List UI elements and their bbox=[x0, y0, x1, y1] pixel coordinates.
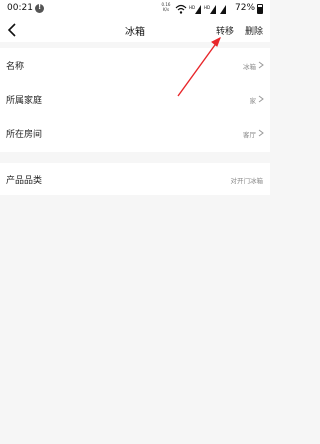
row-value: 客厅 bbox=[243, 131, 256, 139]
row-label: 所属家庭 bbox=[6, 96, 43, 106]
hd-signal-icon-2: HD bbox=[204, 5, 216, 14]
notification-alert-icon bbox=[35, 3, 44, 13]
row-label: 所在房间 bbox=[6, 130, 43, 140]
chevron-right-icon bbox=[258, 95, 264, 103]
svg-text:HD: HD bbox=[189, 5, 195, 10]
wifi-icon bbox=[175, 4, 187, 14]
signal-icon bbox=[220, 5, 226, 14]
svg-text:HD: HD bbox=[204, 5, 210, 10]
battery-percent: 72% bbox=[235, 3, 256, 13]
row-label: 名称 bbox=[6, 62, 25, 72]
status-icons: HD HD bbox=[175, 4, 226, 14]
status-time: 00:21 bbox=[7, 3, 33, 13]
chevron-right-icon bbox=[258, 61, 264, 69]
status-bar: 00:21 0.16 K/s HD HD 72% bbox=[0, 0, 270, 18]
row-value: 家 bbox=[249, 97, 257, 105]
delete-button[interactable]: 删除 bbox=[245, 24, 263, 37]
battery-icon bbox=[257, 4, 263, 14]
row-value: 冰箱 bbox=[243, 63, 256, 71]
annotation-arrow bbox=[177, 36, 221, 97]
hd-signal-icon: HD bbox=[189, 5, 201, 14]
room-row[interactable]: 所在房间 客厅 bbox=[0, 116, 270, 150]
chevron-right-icon bbox=[258, 129, 264, 137]
product-category-row: 产品品类 对开门冰箱 bbox=[0, 163, 270, 195]
network-speed: 0.16 K/s bbox=[161, 2, 171, 12]
product-group: 产品品类 对开门冰箱 bbox=[0, 163, 270, 195]
row-value: 对开门冰箱 bbox=[230, 177, 264, 185]
row-label: 产品品类 bbox=[6, 176, 43, 186]
